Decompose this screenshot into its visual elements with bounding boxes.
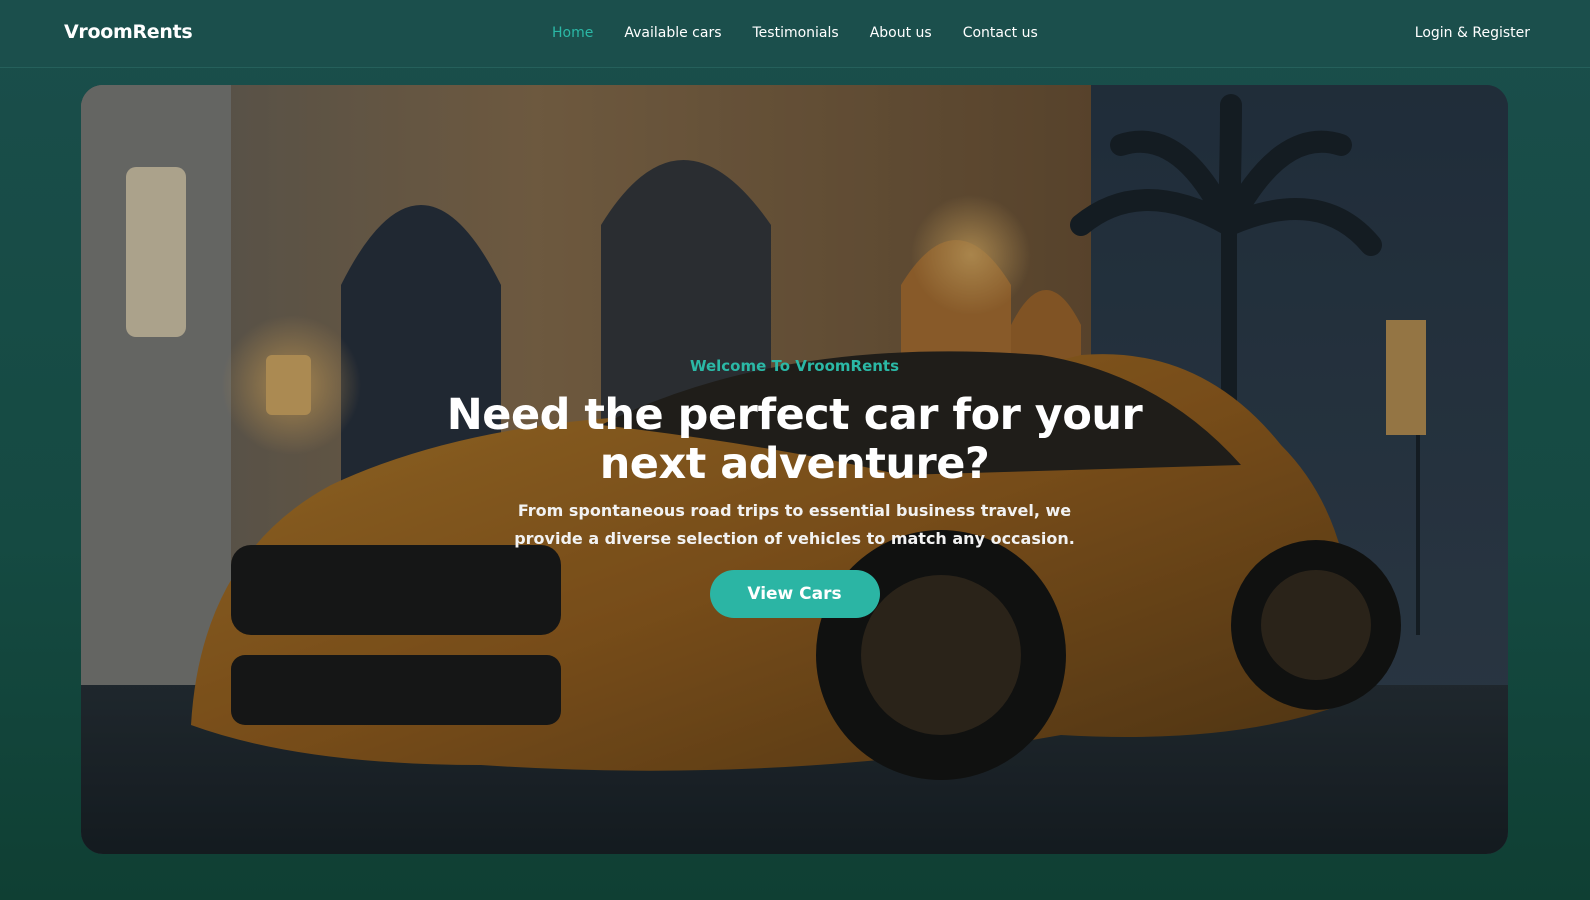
nav-link-testimonials[interactable]: Testimonials — [753, 25, 839, 41]
top-navbar: VroomRents Home Available cars Testimoni… — [0, 0, 1590, 68]
hero-subtext: From spontaneous road trips to essential… — [514, 501, 1075, 548]
nav-link-home[interactable]: Home — [552, 25, 593, 41]
nav-link-available-cars[interactable]: Available cars — [624, 25, 721, 41]
nav-link-contact-us[interactable]: Contact us — [963, 25, 1038, 41]
nav-link-about-us[interactable]: About us — [870, 25, 932, 41]
hero-content: Welcome To VroomRents Need the perfect c… — [81, 357, 1508, 618]
nav-links: Home Available cars Testimonials About u… — [552, 25, 1069, 41]
hero-headline: Need the perfect car for your next adven… — [446, 390, 1143, 489]
login-register-link[interactable]: Login & Register — [1415, 25, 1530, 41]
hero-section: Welcome To VroomRents Need the perfect c… — [81, 85, 1508, 854]
view-cars-button[interactable]: View Cars — [709, 570, 880, 618]
brand-logo[interactable]: VroomRents — [64, 21, 193, 43]
hero-eyebrow: Welcome To VroomRents — [689, 357, 900, 375]
